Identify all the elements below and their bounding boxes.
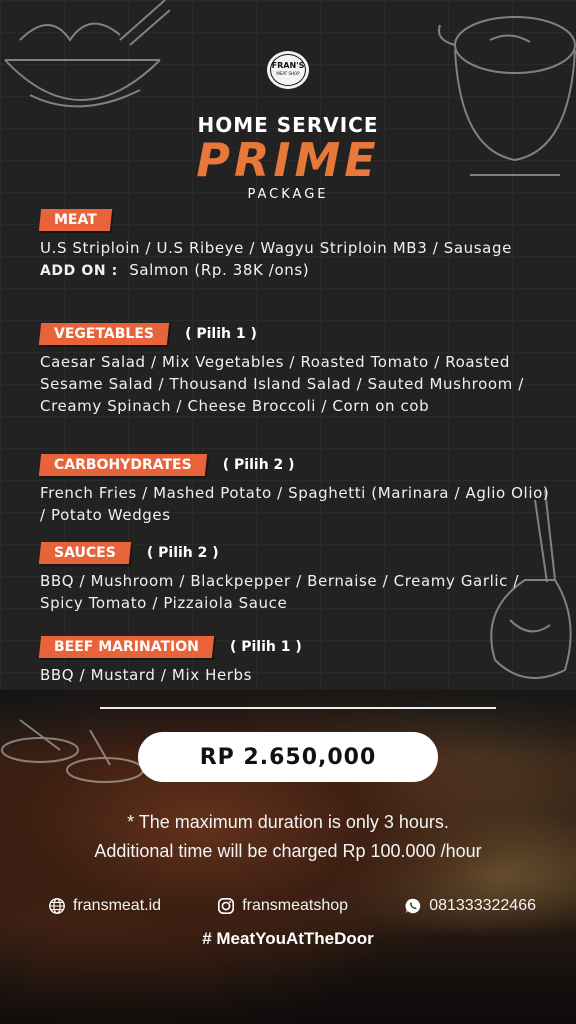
- website-contact[interactable]: fransmeat.id: [48, 897, 161, 915]
- brand-logo: FRAN'S MEAT SHOP: [267, 51, 309, 89]
- hashtag: # MeatYouAtTheDoor: [202, 929, 374, 948]
- carbohydrates-note: ( Pilih 2 ): [222, 457, 295, 473]
- sauces-items: BBQ / Mushroom / Blackpepper / Bernaise …: [40, 572, 519, 612]
- whatsapp-text: 081333322466: [429, 897, 536, 914]
- section-sauces: SAUCES ( Pilih 2 ) BBQ / Mushroom / Blac…: [38, 542, 552, 614]
- sauces-label: SAUCES: [38, 542, 131, 564]
- disclaimer-line-2: Additional time will be charged Rp 100.0…: [94, 841, 482, 861]
- beef-marination-note: ( Pilih 1 ): [229, 639, 302, 655]
- logo-text: FRAN'S: [271, 61, 305, 70]
- section-vegetables: VEGETABLES ( Pilih 1 ) Caesar Salad / Mi…: [38, 323, 552, 417]
- meat-label: MEAT: [38, 209, 112, 231]
- instagram-icon: [218, 897, 235, 915]
- meat-items: U.S Striploin / U.S Ribeye / Wagyu Strip…: [40, 239, 512, 257]
- disclaimer-line-1: * The maximum duration is only 3 hours.: [127, 812, 449, 832]
- website-text: fransmeat.id: [73, 897, 162, 914]
- disclaimer: * The maximum duration is only 3 hours. …: [0, 808, 576, 866]
- whatsapp-contact[interactable]: 081333322466: [404, 897, 536, 915]
- logo-subtext: MEAT SHOP: [276, 71, 300, 76]
- globe-icon: [49, 898, 65, 914]
- vegetables-items: Caesar Salad / Mix Vegetables / Roasted …: [40, 353, 524, 415]
- price-badge: RP 2.650,000: [138, 732, 438, 782]
- carbohydrates-label: CARBOHYDRATES: [38, 454, 207, 476]
- carbohydrates-items: French Fries / Mashed Potato / Spaghetti…: [40, 484, 550, 524]
- contacts: fransmeat.id fransmeatshop 081333322466: [48, 897, 536, 915]
- addon-value: Salmon (Rp. 38K /ons): [129, 261, 310, 279]
- package-title: PRIME: [196, 133, 380, 187]
- addon-line: ADD ON : Salmon (Rp. 38K /ons): [40, 261, 552, 279]
- divider: [100, 707, 496, 709]
- addon-label: ADD ON :: [40, 263, 118, 279]
- whatsapp-icon: [405, 898, 421, 914]
- vegetables-note: ( Pilih 1 ): [185, 326, 257, 342]
- beef-marination-items: BBQ / Mustard / Mix Herbs: [40, 666, 253, 684]
- vegetables-label: VEGETABLES: [38, 323, 170, 345]
- section-beef-marination: BEEF MARINATION ( Pilih 1 ) BBQ / Mustar…: [38, 636, 552, 686]
- beef-marination-label: BEEF MARINATION: [38, 636, 214, 658]
- sauces-note: ( Pilih 2 ): [146, 545, 219, 561]
- instagram-contact[interactable]: fransmeatshop: [217, 897, 348, 915]
- section-carbohydrates: CARBOHYDRATES ( Pilih 2 ) French Fries /…: [38, 454, 552, 526]
- instagram-text: fransmeatshop: [242, 897, 349, 914]
- section-meat: MEAT U.S Striploin / U.S Ribeye / Wagyu …: [38, 209, 552, 279]
- package-subtitle: PACKAGE: [247, 187, 329, 202]
